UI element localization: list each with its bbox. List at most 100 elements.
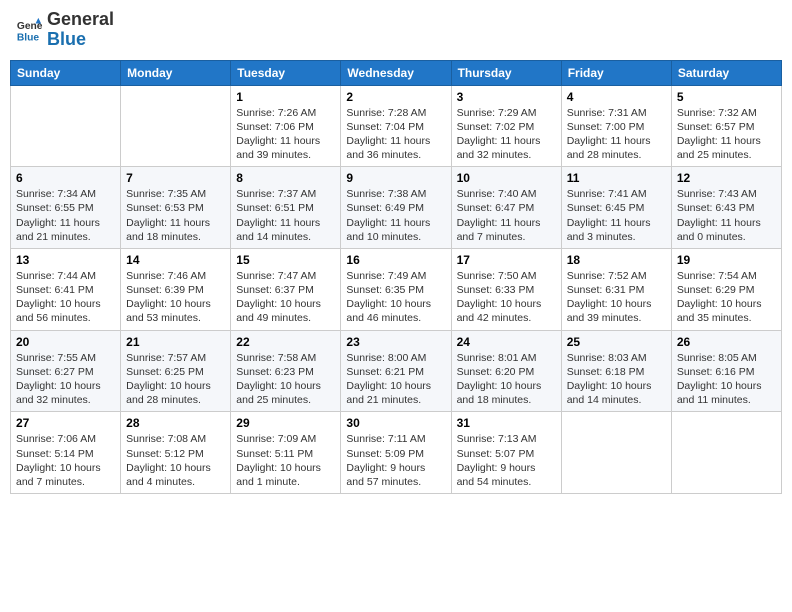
calendar-cell: 21Sunrise: 7:57 AMSunset: 6:25 PMDayligh… [121,330,231,412]
day-number: 14 [126,253,225,267]
day-info: Sunrise: 7:28 AMSunset: 7:04 PMDaylight:… [346,106,445,163]
day-info: Sunrise: 7:46 AMSunset: 6:39 PMDaylight:… [126,269,225,326]
calendar-cell: 31 Sunrise: 7:13 AMSunset: 5:07 PMDayligh… [451,412,561,494]
day-number: 12 [677,171,776,185]
logo: General Blue General Blue [15,10,114,50]
day-number: 20 [16,335,115,349]
day-info: Sunrise: 7:49 AMSunset: 6:35 PMDaylight:… [346,269,445,326]
day-header-monday: Monday [121,60,231,85]
calendar-cell: 22Sunrise: 7:58 AMSunset: 6:23 PMDayligh… [231,330,341,412]
calendar-cell: 3 Sunrise: 7:29 AMSunset: 7:02 PMDaylight… [451,85,561,167]
day-info: Sunrise: 7:08 AMSunset: 5:12 PMDaylight:… [126,432,225,489]
day-number: 17 [457,253,556,267]
day-number: 10 [457,171,556,185]
day-number: 25 [567,335,666,349]
day-header-thursday: Thursday [451,60,561,85]
calendar-cell: 16 Sunrise: 7:49 AMSunset: 6:35 PMDayligh… [341,248,451,330]
calendar-cell: 11 Sunrise: 7:41 AMSunset: 6:45 PMDayligh… [561,167,671,249]
day-info: Sunrise: 7:29 AMSunset: 7:02 PMDaylight:… [457,106,556,163]
day-info: Sunrise: 8:03 AMSunset: 6:18 PMDaylight:… [567,351,666,408]
day-info: Sunrise: 7:11 AMSunset: 5:09 PMDaylight:… [346,432,445,489]
day-info: Sunrise: 7:47 AMSunset: 6:37 PMDaylight:… [236,269,335,326]
day-info: Sunrise: 7:13 AMSunset: 5:07 PMDaylight:… [457,432,556,489]
day-info: Sunrise: 8:00 AMSunset: 6:21 PMDaylight:… [346,351,445,408]
day-header-wednesday: Wednesday [341,60,451,85]
day-info: Sunrise: 7:38 AMSunset: 6:49 PMDaylight:… [346,187,445,244]
day-info: Sunrise: 7:41 AMSunset: 6:45 PMDaylight:… [567,187,666,244]
day-number: 4 [567,90,666,104]
calendar-cell [121,85,231,167]
day-number: 27 [16,416,115,430]
day-info: Sunrise: 7:35 AMSunset: 6:53 PMDaylight:… [126,187,225,244]
calendar-body: 1Sunrise: 7:26 AMSunset: 7:06 PMDaylight… [11,85,782,493]
day-number: 5 [677,90,776,104]
calendar-cell: 26Sunrise: 8:05 AMSunset: 6:16 PMDayligh… [671,330,781,412]
svg-text:Blue: Blue [17,32,40,43]
calendar-cell [671,412,781,494]
day-info: Sunrise: 7:37 AMSunset: 6:51 PMDaylight:… [236,187,335,244]
day-number: 15 [236,253,335,267]
calendar-cell: 15 Sunrise: 7:47 AMSunset: 6:37 PMDayligh… [231,248,341,330]
day-number: 18 [567,253,666,267]
calendar-cell: 27 Sunrise: 7:06 AMSunset: 5:14 PMDayligh… [11,412,121,494]
logo-text: General Blue [47,10,114,50]
calendar-cell: 20Sunrise: 7:55 AMSunset: 6:27 PMDayligh… [11,330,121,412]
calendar-cell: 1Sunrise: 7:26 AMSunset: 7:06 PMDaylight… [231,85,341,167]
day-number: 16 [346,253,445,267]
calendar-cell: 4 Sunrise: 7:31 AMSunset: 7:00 PMDaylight… [561,85,671,167]
day-header-sunday: Sunday [11,60,121,85]
day-number: 30 [346,416,445,430]
day-info: Sunrise: 7:06 AMSunset: 5:14 PMDaylight:… [16,432,115,489]
day-number: 1 [236,90,335,104]
calendar-week-2: 6 Sunrise: 7:34 AMSunset: 6:55 PMDaylight… [11,167,782,249]
calendar-week-4: 20Sunrise: 7:55 AMSunset: 6:27 PMDayligh… [11,330,782,412]
calendar-cell [561,412,671,494]
day-number: 6 [16,171,115,185]
calendar-cell: 8 Sunrise: 7:37 AMSunset: 6:51 PMDaylight… [231,167,341,249]
calendar-cell: 7 Sunrise: 7:35 AMSunset: 6:53 PMDaylight… [121,167,231,249]
calendar-cell [11,85,121,167]
page-header: General Blue General Blue [10,10,782,50]
day-header-saturday: Saturday [671,60,781,85]
day-info: Sunrise: 7:09 AMSunset: 5:11 PMDaylight:… [236,432,335,489]
calendar-header: SundayMondayTuesdayWednesdayThursdayFrid… [11,60,782,85]
day-info: Sunrise: 7:54 AMSunset: 6:29 PMDaylight:… [677,269,776,326]
calendar-cell: 6 Sunrise: 7:34 AMSunset: 6:55 PMDaylight… [11,167,121,249]
day-number: 11 [567,171,666,185]
day-number: 28 [126,416,225,430]
day-number: 26 [677,335,776,349]
day-number: 7 [126,171,225,185]
day-number: 31 [457,416,556,430]
calendar-cell: 17 Sunrise: 7:50 AMSunset: 6:33 PMDayligh… [451,248,561,330]
day-info: Sunrise: 7:44 AMSunset: 6:41 PMDaylight:… [16,269,115,326]
calendar-cell: 23 Sunrise: 8:00 AMSunset: 6:21 PMDayligh… [341,330,451,412]
calendar-week-3: 13 Sunrise: 7:44 AMSunset: 6:41 PMDayligh… [11,248,782,330]
calendar-week-5: 27 Sunrise: 7:06 AMSunset: 5:14 PMDayligh… [11,412,782,494]
calendar-cell: 29 Sunrise: 7:09 AMSunset: 5:11 PMDayligh… [231,412,341,494]
calendar-cell: 9Sunrise: 7:38 AMSunset: 6:49 PMDaylight… [341,167,451,249]
day-header-tuesday: Tuesday [231,60,341,85]
day-number: 23 [346,335,445,349]
calendar-cell: 12Sunrise: 7:43 AMSunset: 6:43 PMDayligh… [671,167,781,249]
calendar-week-1: 1Sunrise: 7:26 AMSunset: 7:06 PMDaylight… [11,85,782,167]
day-number: 13 [16,253,115,267]
day-number: 2 [346,90,445,104]
day-info: Sunrise: 7:32 AMSunset: 6:57 PMDaylight:… [677,106,776,163]
calendar-cell: 28 Sunrise: 7:08 AMSunset: 5:12 PMDayligh… [121,412,231,494]
day-number: 8 [236,171,335,185]
day-info: Sunrise: 8:01 AMSunset: 6:20 PMDaylight:… [457,351,556,408]
calendar-cell: 30 Sunrise: 7:11 AMSunset: 5:09 PMDayligh… [341,412,451,494]
calendar-cell: 25 Sunrise: 8:03 AMSunset: 6:18 PMDayligh… [561,330,671,412]
day-number: 19 [677,253,776,267]
day-info: Sunrise: 7:57 AMSunset: 6:25 PMDaylight:… [126,351,225,408]
day-number: 22 [236,335,335,349]
day-info: Sunrise: 7:50 AMSunset: 6:33 PMDaylight:… [457,269,556,326]
day-number: 29 [236,416,335,430]
day-info: Sunrise: 7:34 AMSunset: 6:55 PMDaylight:… [16,187,115,244]
day-info: Sunrise: 7:31 AMSunset: 7:00 PMDaylight:… [567,106,666,163]
calendar-cell: 24Sunrise: 8:01 AMSunset: 6:20 PMDayligh… [451,330,561,412]
calendar-cell: 19 Sunrise: 7:54 AMSunset: 6:29 PMDayligh… [671,248,781,330]
day-number: 3 [457,90,556,104]
calendar-cell: 5 Sunrise: 7:32 AMSunset: 6:57 PMDaylight… [671,85,781,167]
calendar-cell: 2 Sunrise: 7:28 AMSunset: 7:04 PMDaylight… [341,85,451,167]
